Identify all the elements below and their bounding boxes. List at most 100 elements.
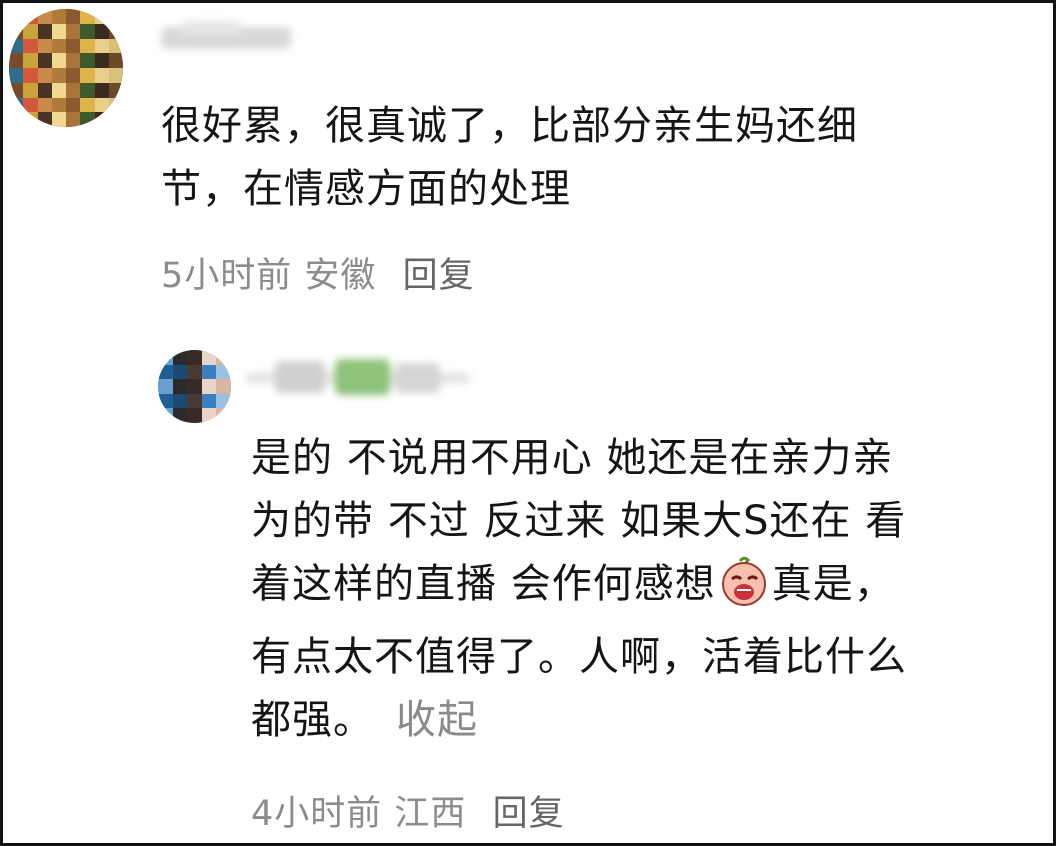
comment-meta: 5小时前 安徽 回复 [161, 247, 475, 298]
mosaic-cell [187, 379, 202, 394]
mosaic-cell [80, 68, 95, 83]
comment-thread: 很好累，很真诚了，比部分亲生妈还细 节，在情感方面的处理 5小时前 安徽 回复 … [0, 0, 1056, 846]
mosaic-cell [23, 23, 38, 39]
mosaic-cell [23, 97, 38, 113]
mosaic-cell [9, 9, 24, 24]
mosaic-cell [80, 9, 95, 24]
mosaic-cell [108, 112, 123, 127]
mosaic-cell [158, 364, 173, 380]
mosaic-cell [108, 82, 123, 98]
reply-button[interactable]: 回复 [403, 256, 475, 296]
mosaic-cell [94, 68, 109, 83]
mosaic-cell [66, 9, 81, 24]
mosaic-cell [94, 112, 109, 127]
mosaic-cell [201, 350, 217, 365]
mosaic-cell [172, 364, 188, 380]
mosaic-cell [66, 23, 81, 39]
mosaic-cell [37, 9, 52, 24]
mosaic-cell [9, 23, 24, 39]
mosaic-cell [66, 97, 81, 113]
reply-button[interactable]: 回复 [493, 794, 565, 834]
avatar[interactable] [9, 9, 123, 127]
mosaic-cell [51, 23, 66, 39]
mosaic-cell [23, 82, 38, 98]
comment-location: 安徽 [304, 256, 377, 296]
mosaic-cell [80, 23, 95, 39]
mosaic-cell [80, 97, 95, 113]
mosaic-cell [80, 53, 95, 68]
mosaic-cell [187, 408, 202, 423]
collapse-link[interactable]: 收起 [396, 697, 478, 743]
mosaic-cell [66, 112, 81, 127]
mosaic-cell [51, 97, 66, 113]
mosaic-cell [9, 38, 24, 54]
username-blurred[interactable] [245, 355, 470, 399]
mosaic-cell [94, 38, 109, 54]
mosaic-cell [51, 112, 66, 127]
comment-location: 江西 [394, 794, 467, 834]
mosaic-cell [66, 53, 81, 68]
crying-face-emoji-icon [718, 555, 770, 626]
mosaic-cell [37, 97, 52, 113]
mosaic-cell [172, 393, 188, 409]
mosaic-cell [51, 82, 66, 98]
comment-time: 4小时前 [251, 794, 383, 834]
mosaic-cell [94, 82, 109, 98]
pixelated-avatar-image [9, 9, 123, 127]
mosaic-cell [51, 38, 66, 54]
mosaic-cell [37, 112, 52, 127]
mosaic-cell [158, 379, 173, 394]
comment-time: 5小时前 [161, 256, 293, 296]
mosaic-cell [9, 112, 24, 127]
pixelated-avatar-image [158, 350, 231, 423]
mosaic-cell [108, 53, 123, 68]
mosaic-cell [23, 112, 38, 127]
mosaic-cell [51, 68, 66, 83]
comment-text: 是的 不说用不用心 她还是在亲力亲 为的带 不过 反过来 如果大S还在 看 着这… [251, 427, 1051, 752]
mosaic-cell [23, 68, 38, 83]
mosaic-cell [23, 9, 38, 24]
mosaic-cell [158, 408, 173, 423]
comment-meta: 4小时前 江西 回复 [251, 785, 565, 836]
mosaic-cell [216, 408, 231, 423]
mosaic-cell [201, 364, 217, 380]
mosaic-cell [9, 68, 24, 83]
mosaic-cell [9, 97, 24, 113]
mosaic-cell [37, 68, 52, 83]
mosaic-cell [172, 379, 188, 394]
mosaic-cell [187, 350, 202, 365]
mosaic-cell [158, 350, 173, 365]
mosaic-cell [80, 112, 95, 127]
mosaic-cell [51, 9, 66, 24]
mosaic-cell [66, 38, 81, 54]
mosaic-cell [158, 393, 173, 409]
mosaic-cell [187, 393, 202, 409]
mosaic-cell [94, 53, 109, 68]
mosaic-cell [9, 82, 24, 98]
mosaic-cell [94, 9, 109, 24]
mosaic-cell [216, 364, 231, 380]
mosaic-cell [37, 38, 52, 54]
mosaic-cell [80, 38, 95, 54]
mosaic-cell [94, 97, 109, 113]
mosaic-cell [216, 393, 231, 409]
mosaic-cell [66, 82, 81, 98]
comment-text: 很好累，很真诚了，比部分亲生妈还细 节，在情感方面的处理 [161, 103, 858, 212]
username-blurred[interactable] [161, 17, 301, 57]
mosaic-cell [37, 23, 52, 39]
mosaic-cell [37, 53, 52, 68]
mosaic-cell [187, 364, 202, 380]
mosaic-cell [66, 68, 81, 83]
mosaic-cell [51, 53, 66, 68]
mosaic-cell [201, 379, 217, 394]
avatar[interactable] [158, 350, 231, 423]
mosaic-cell [94, 23, 109, 39]
mosaic-cell [172, 350, 188, 365]
mosaic-cell [172, 408, 188, 423]
mosaic-cell [23, 53, 38, 68]
mosaic-cell [23, 38, 38, 54]
mosaic-cell [80, 82, 95, 98]
mosaic-cell [201, 393, 217, 409]
mosaic-cell [201, 408, 217, 423]
mosaic-cell [37, 82, 52, 98]
